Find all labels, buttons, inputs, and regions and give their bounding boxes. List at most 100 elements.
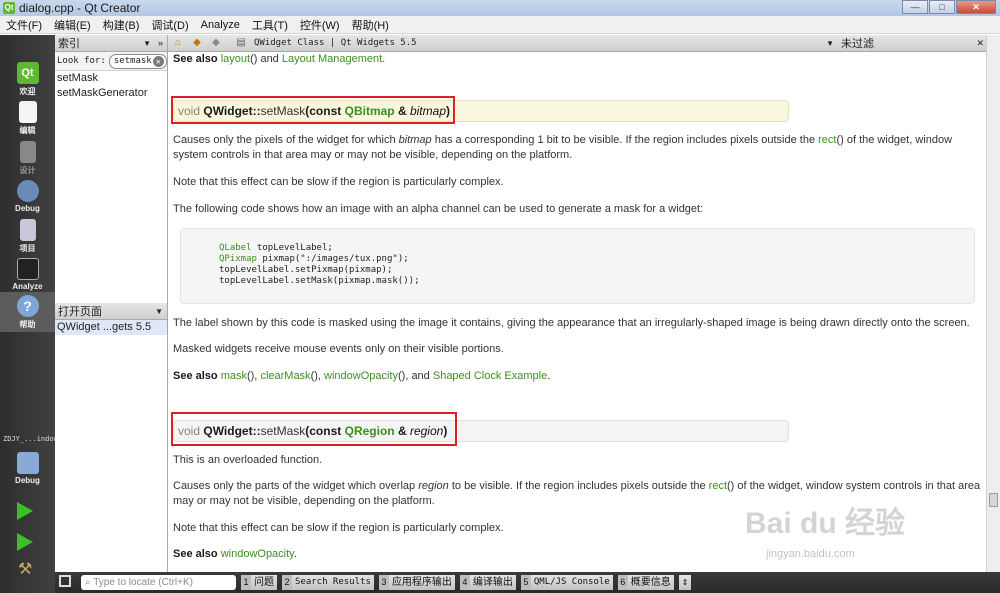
rect-link[interactable]: rect: [818, 134, 836, 146]
open-pages-header: 打开页面 ▼: [55, 303, 167, 320]
mode-analyze[interactable]: Analyze: [0, 255, 55, 295]
code-line: QPixmap pixmap(":/images/tux.png");: [219, 254, 409, 264]
build-hammer-icon[interactable]: ⚒: [18, 559, 36, 578]
see-also-bottom: See also windowOpacity.: [173, 548, 297, 560]
qt-logo-icon: Qt: [16, 62, 39, 84]
see-also-mid: See also mask(), clearMask(), windowOpac…: [173, 370, 551, 382]
help-document: See also layout() and Layout Management.…: [168, 52, 986, 572]
menu-build[interactable]: 构建(B): [97, 17, 146, 33]
mode-edit[interactable]: 编辑: [0, 98, 55, 138]
help-icon: ?: [16, 295, 39, 317]
forward-icon[interactable]: ◆: [210, 37, 222, 49]
open-pages-title: 打开页面: [58, 306, 102, 318]
layout-link[interactable]: layout: [221, 53, 250, 65]
output-tab-qml-console[interactable]: 5 QML/JS Console: [520, 575, 613, 590]
paragraph: Causes only the pixels of the widget for…: [173, 134, 953, 161]
kit-name: ZDJY_...indow: [3, 435, 58, 443]
mode-label: 帮助: [19, 320, 36, 329]
debug-icon: [16, 180, 39, 202]
index-result[interactable]: setMask: [55, 71, 167, 86]
baidu-watermark: Bai du 经验: [745, 507, 906, 540]
layout-management-link[interactable]: Layout Management: [282, 53, 382, 65]
clearmask-link[interactable]: clearMask: [260, 370, 310, 382]
maximize-button[interactable]: □: [929, 0, 955, 14]
output-tab-compile-output[interactable]: 4 编译输出: [459, 575, 516, 590]
window-title: dialog.cpp - Qt Creator: [19, 1, 141, 15]
document-title[interactable]: QWidget Class | Qt Widgets 5.5: [254, 38, 417, 48]
highlight-box: [171, 412, 457, 446]
kit-mode: Debug: [15, 476, 40, 485]
vertical-scrollbar[interactable]: [986, 35, 1000, 572]
back-icon[interactable]: ◆: [191, 37, 203, 49]
mode-debug[interactable]: Debug: [0, 177, 55, 217]
index-search-value: setmask: [113, 55, 152, 66]
windowopacity-link[interactable]: windowOpacity: [324, 370, 398, 382]
qt-app-icon: Qt: [3, 2, 15, 14]
code-line: QLabel topLevelLabel;: [219, 243, 333, 253]
filter-header: 未过滤 ✕: [838, 35, 988, 52]
analyze-icon: [16, 258, 39, 280]
sidebar-toggle-icon[interactable]: [59, 575, 71, 587]
home-icon[interactable]: ⌂: [172, 37, 184, 49]
mask-link[interactable]: mask: [221, 370, 247, 382]
output-tab-app-output[interactable]: 3 应用程序输出: [378, 575, 455, 590]
paragraph: Masked widgets receive mouse events only…: [173, 343, 504, 355]
menu-help[interactable]: 帮助(H): [346, 17, 395, 33]
run-icon[interactable]: [17, 502, 33, 520]
close-icon[interactable]: ✕: [976, 38, 984, 49]
chevron-down-icon[interactable]: ▼: [143, 39, 151, 48]
mode-projects[interactable]: 项目: [0, 216, 55, 256]
rect-link[interactable]: rect: [709, 480, 727, 492]
output-tab-search-results[interactable]: 2 Search Results: [282, 575, 374, 590]
paragraph: The label shown by this code is masked u…: [173, 317, 970, 329]
bookmark-icon[interactable]: ▤: [235, 37, 247, 49]
mode-label: 项目: [19, 244, 36, 253]
index-result[interactable]: setMaskGenerator: [55, 86, 167, 101]
mode-label: 编辑: [19, 126, 36, 135]
split-icon[interactable]: »: [158, 38, 163, 48]
filter-title[interactable]: 未过滤: [841, 35, 874, 51]
close-button[interactable]: ✕: [956, 0, 996, 14]
open-page-item[interactable]: QWidget ...gets 5.5: [55, 320, 167, 335]
index-search-input[interactable]: setmask ✕: [108, 53, 167, 69]
code-snippet: QLabel topLevelLabel; QPixmap pixmap(":/…: [180, 228, 975, 304]
scrollbar-thumb[interactable]: [989, 493, 998, 507]
edit-document-icon: [18, 101, 37, 123]
project-icon: [19, 219, 36, 241]
search-icon: ⌕: [85, 577, 94, 588]
chevron-down-icon[interactable]: ▼: [826, 39, 834, 48]
paragraph: Note that this effect can be slow if the…: [173, 176, 504, 188]
menu-debug[interactable]: 调试(D): [145, 17, 194, 33]
windowopacity-link[interactable]: windowOpacity: [221, 548, 294, 560]
mode-welcome[interactable]: Qt 欢迎: [0, 59, 55, 99]
menu-widgets[interactable]: 控件(W): [294, 17, 346, 33]
menu-edit[interactable]: 编辑(E): [48, 17, 97, 33]
title-bar: Qt dialog.cpp - Qt Creator — □ ✕: [0, 0, 1000, 16]
menu-file[interactable]: 文件(F): [0, 17, 48, 33]
status-bar: ⌕ Type to locate (Ctrl+K) 1 问题 2 Search Re…: [55, 572, 1000, 593]
help-sidebar: 索引 ▼ » Look for: setmask ✕ setMask setMa…: [55, 35, 168, 572]
mode-design[interactable]: 设计: [0, 138, 55, 178]
kit-selector[interactable]: Debug: [0, 449, 55, 489]
open-pages-panel: 打开页面 ▼ QWidget ...gets 5.5: [55, 303, 167, 335]
mode-help[interactable]: ? 帮助: [0, 292, 55, 332]
menu-analyze[interactable]: Analyze: [195, 19, 246, 31]
shaped-clock-link[interactable]: Shaped Clock Example: [433, 370, 547, 382]
minimize-button[interactable]: —: [902, 0, 928, 14]
output-tab-issues[interactable]: 1 问题: [241, 575, 277, 590]
more-tabs-button[interactable]: ⇕: [678, 575, 692, 590]
mode-selector: Qt 欢迎 编辑 设计 Debug 项目 Analyze ? 帮助 ZDJY_.…: [0, 35, 58, 593]
output-tab-general-messages[interactable]: 6 概要信息: [617, 575, 674, 590]
look-for-row: Look for: setmask ✕: [55, 52, 167, 71]
debug-run-icon[interactable]: [17, 533, 33, 551]
chevron-down-icon[interactable]: ▼: [155, 307, 163, 316]
chevron-updown-icon: ⇕: [678, 575, 692, 590]
highlight-box: [171, 96, 455, 124]
look-for-label: Look for:: [57, 56, 106, 66]
clear-icon[interactable]: ✕: [152, 55, 164, 67]
monitor-icon: [16, 452, 39, 474]
code-line: topLevelLabel.setMask(pixmap.mask());: [219, 276, 420, 286]
menu-tools[interactable]: 工具(T): [246, 17, 294, 33]
index-header: 索引 ▼ »: [55, 35, 167, 52]
locator-input[interactable]: ⌕ Type to locate (Ctrl+K): [81, 575, 236, 590]
